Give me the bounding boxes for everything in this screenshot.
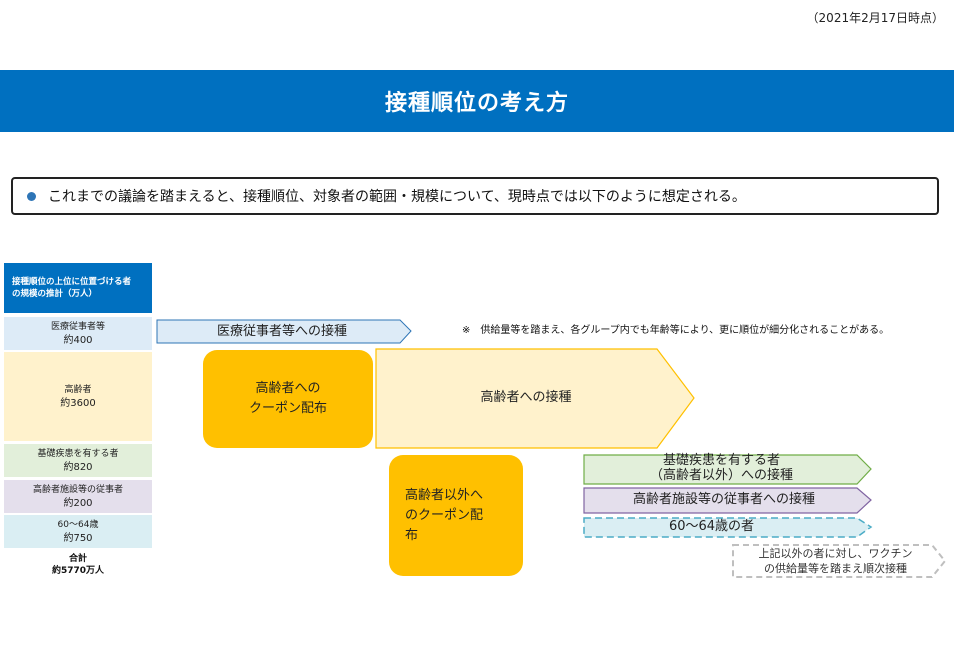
other-coupon-line-2: のクーポン配 [405, 507, 484, 523]
other-coupon-line-1: 高齢者以外へ [405, 487, 484, 503]
non-elderly-coupon-box: 高齢者以外へ のクーポン配 布 [389, 455, 523, 576]
elderly-coupon-line-1: 高齢者への [255, 381, 321, 396]
others-arrow-label: 上記以外の者に対し、ワクチン の供給量等を踏まえ順次接種 [733, 546, 938, 576]
others-label-line-1: 上記以外の者に対し、ワクチン [758, 547, 913, 560]
others-label-line-2: の供給量等を踏まえ順次接種 [764, 562, 907, 575]
elderly-coupon-line-2: クーポン配布 [248, 401, 327, 416]
condition-arrow-label: 基礎疾患を有する者 （高齢者以外）への接種 [584, 453, 859, 483]
medical-arrow-label: 医療従事者等への接種 [216, 324, 347, 339]
facility-arrow-label: 高齢者施設等の従事者への接種 [632, 492, 815, 507]
other-coupon-line-3: 布 [405, 527, 419, 543]
elderly-coupon-box: 高齢者への クーポン配布 [203, 350, 373, 448]
age-arrow-label: 60～64歳の者 [668, 519, 755, 534]
condition-label-line-1: 基礎疾患を有する者 [662, 453, 780, 468]
elderly-arrow-label: 高齢者への接種 [480, 390, 572, 405]
condition-label-line-2: （高齢者以外）への接種 [649, 468, 793, 483]
